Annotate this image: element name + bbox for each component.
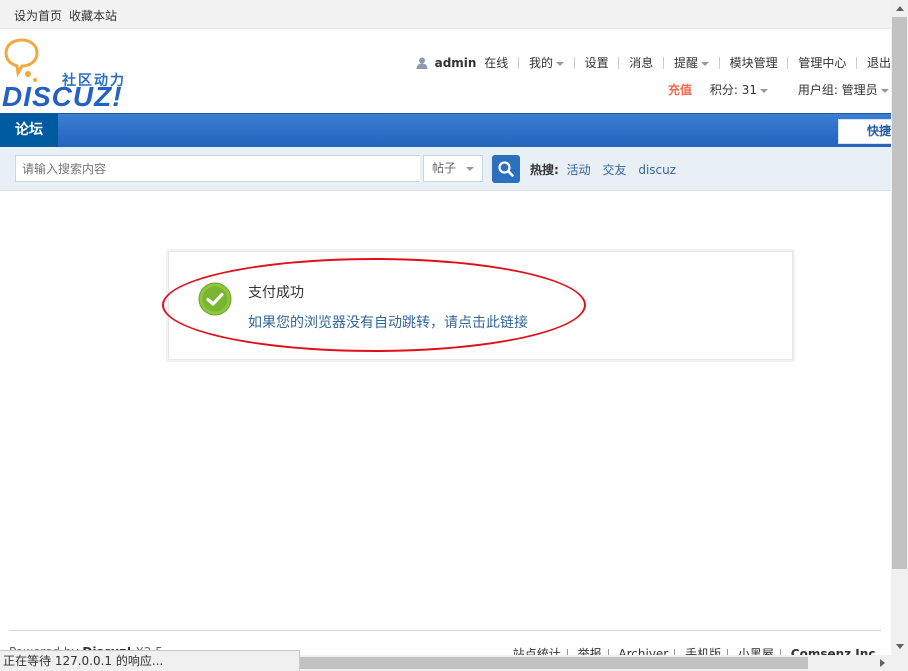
search-input[interactable] — [15, 155, 420, 182]
online-status[interactable]: 在线 — [484, 54, 508, 71]
success-check-icon — [198, 282, 232, 319]
nav-forum-tab[interactable]: 论坛 — [0, 114, 58, 147]
module-manage-link[interactable]: 模块管理 — [730, 54, 778, 71]
site-logo[interactable]: 社区动力 DISCUZ! — [0, 37, 135, 112]
admin-center-link[interactable]: 管理中心 — [798, 54, 846, 71]
header: 社区动力 DISCUZ! admin 在线 我的 设置 消息 提醒 模块管理 管… — [0, 29, 891, 113]
scroll-down-icon[interactable] — [891, 638, 908, 655]
main-nav: 论坛 快捷 — [0, 113, 891, 147]
scroll-right-icon[interactable] — [874, 655, 891, 671]
chevron-down-icon — [759, 88, 768, 93]
top-toolbar: 设为首页 收藏本站 — [0, 0, 891, 29]
my-menu[interactable]: 我的 — [529, 54, 564, 71]
search-button[interactable] — [492, 155, 520, 183]
logout-link[interactable]: 退出 — [867, 54, 891, 71]
footer-divider — [9, 630, 881, 631]
user-icon — [416, 56, 428, 70]
browser-status-bar: 正在等待 127.0.0.1 的响应... — [0, 650, 300, 671]
logo-bubble-icon — [4, 38, 39, 82]
username-link[interactable]: admin — [435, 56, 477, 70]
user-menu: admin 在线 我的 设置 消息 提醒 模块管理 管理中心 退出 — [416, 54, 891, 72]
vertical-scrollbar[interactable] — [891, 0, 908, 655]
messages-link[interactable]: 消息 — [629, 54, 653, 71]
quick-nav-button[interactable]: 快捷 — [838, 119, 891, 144]
scrollbar-corner — [891, 655, 908, 671]
chevron-down-icon — [880, 88, 889, 93]
logo-brand: DISCUZ! — [2, 81, 123, 112]
hot-search-item[interactable]: 交友 — [602, 163, 626, 177]
chevron-down-icon — [700, 61, 709, 66]
search-bar: 帖子 热搜: 活动 交友 discuz — [0, 147, 891, 191]
message-title: 支付成功 — [248, 285, 304, 301]
hot-search-label: 热搜: — [530, 163, 559, 177]
search-icon — [498, 161, 514, 177]
horizontal-scrollbar[interactable] — [300, 655, 891, 671]
hot-search: 热搜: 活动 交友 discuz — [530, 161, 684, 178]
hot-search-item[interactable]: discuz — [638, 163, 676, 177]
user-info-bar: 充值 积分: 31 用户组: 管理员 — [668, 81, 889, 98]
vertical-scroll-thumb[interactable] — [892, 17, 907, 569]
hot-search-item[interactable]: 活动 — [567, 163, 591, 177]
chevron-down-icon — [466, 167, 474, 171]
message-box: 支付成功 如果您的浏览器没有自动跳转，请点击此链接 — [168, 251, 793, 360]
set-homepage-link[interactable]: 设为首页 — [14, 7, 62, 24]
horizontal-scroll-thumb[interactable] — [300, 657, 808, 669]
chevron-down-icon — [555, 61, 564, 66]
redirect-link[interactable]: 如果您的浏览器没有自动跳转，请点击此链接 — [248, 312, 528, 332]
settings-link[interactable]: 设置 — [585, 54, 609, 71]
search-type-select[interactable]: 帖子 — [423, 155, 483, 182]
recharge-link[interactable]: 充值 — [668, 83, 692, 97]
points-menu[interactable]: 积分: 31 — [710, 83, 768, 97]
reminders-menu[interactable]: 提醒 — [674, 54, 709, 71]
usergroup-menu[interactable]: 用户组: 管理员 — [798, 83, 889, 97]
scroll-up-icon[interactable] — [891, 0, 908, 17]
bookmark-link[interactable]: 收藏本站 — [69, 7, 117, 24]
